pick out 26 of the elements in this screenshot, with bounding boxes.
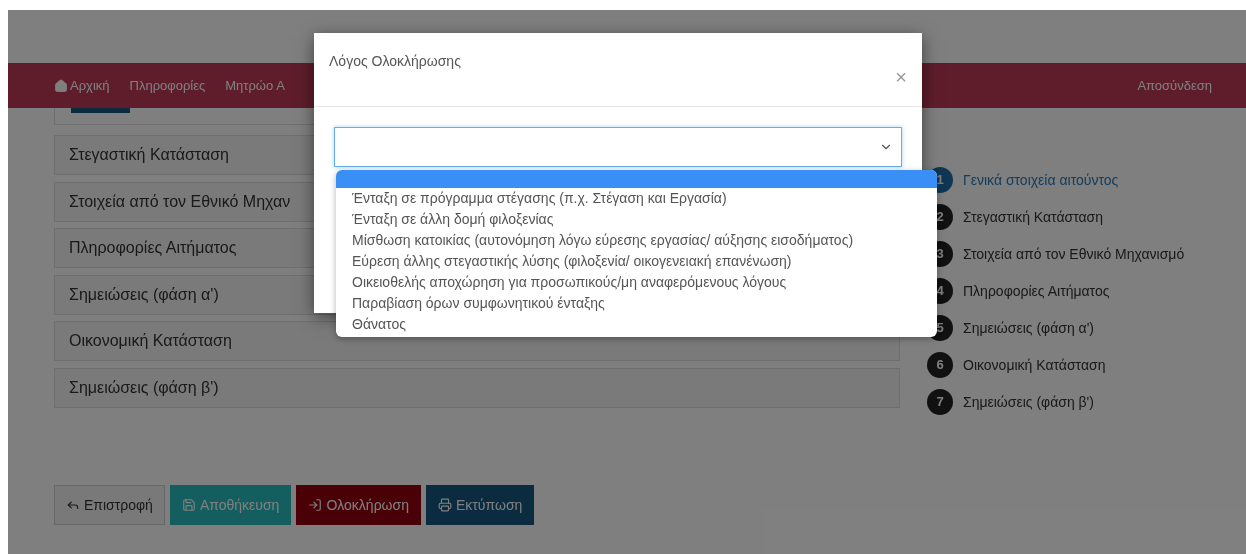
logout-link[interactable]: Αποσύνδεση <box>1137 75 1212 96</box>
action-button[interactable]: Επιστροφή <box>54 485 165 525</box>
action-button[interactable]: Εκτύπωση <box>425 485 535 525</box>
home-icon <box>54 78 68 93</box>
sign-in-icon <box>308 498 323 512</box>
nav-link[interactable]: Αρχική <box>54 75 110 96</box>
nav-link[interactable]: Πληροφορίες <box>129 75 206 96</box>
select-field[interactable] <box>334 127 902 167</box>
step-label[interactable]: Στεγαστική Κατάσταση <box>963 206 1103 228</box>
step-label[interactable]: Σημειώσεις (φάση α') <box>963 317 1094 339</box>
button[interactable] <box>71 108 130 113</box>
section-panel[interactable]: Σημειώσεις (φάση β') <box>54 367 900 408</box>
step-label[interactable]: Πληροφορίες Αιτήματος <box>963 280 1110 302</box>
modal-title: Λόγος Ολοκλήρωσης <box>329 52 461 71</box>
step-label[interactable]: Γενικά στοιχεία αιτούντος <box>963 169 1119 191</box>
action-button[interactable]: Ολοκλήρωση <box>296 485 421 525</box>
step-label[interactable]: Στοιχεία από τον Εθνικό Μηχανισμό <box>963 243 1185 265</box>
step-label[interactable]: Οικονομική Κατάσταση <box>963 354 1106 376</box>
step-number: 6 <box>927 352 953 378</box>
nav-link[interactable]: Μητρώο Α <box>225 75 285 96</box>
step-label[interactable]: Σημειώσεις (φάση β') <box>963 391 1094 413</box>
reply-arrow-icon <box>66 498 80 512</box>
step-number: 7 <box>927 389 953 415</box>
dropdown-option[interactable] <box>336 170 937 188</box>
close-button[interactable]: × <box>895 67 907 87</box>
printer-icon <box>437 498 452 512</box>
